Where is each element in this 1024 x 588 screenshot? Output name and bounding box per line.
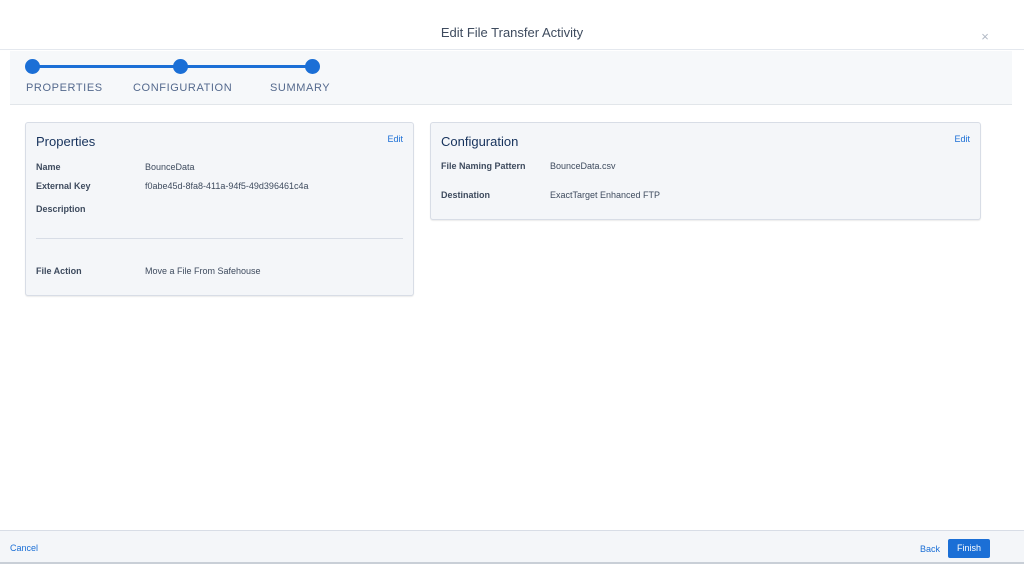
cancel-button[interactable]: Cancel	[10, 542, 38, 554]
card-divider	[36, 238, 403, 239]
destination-value: ExactTarget Enhanced FTP	[550, 190, 661, 200]
external-key-label: External Key	[36, 181, 91, 191]
properties-card: Properties Edit Name BounceData External…	[25, 122, 414, 296]
step-dot-summary[interactable]	[305, 59, 320, 74]
destination-label: Destination	[441, 190, 491, 200]
progress-stepper: PROPERTIES CONFIGURATION SUMMARY	[10, 51, 1012, 105]
step-connector-1	[32, 65, 182, 68]
file-action-label: File Action	[36, 266, 82, 276]
step-dot-configuration[interactable]	[173, 59, 188, 74]
finish-button[interactable]: Finish	[948, 539, 990, 558]
name-value: BounceData	[145, 162, 195, 172]
properties-edit-link[interactable]: Edit	[387, 133, 403, 145]
configuration-card: Configuration Edit File Naming Pattern B…	[430, 122, 981, 220]
file-naming-pattern-value: BounceData.csv	[550, 161, 616, 171]
modal-footer: Cancel Back Finish	[0, 530, 1024, 564]
step-connector-2	[182, 65, 312, 68]
close-icon[interactable]: ×	[978, 30, 992, 44]
back-button[interactable]: Back	[920, 543, 940, 555]
step-label-properties[interactable]: PROPERTIES	[26, 81, 103, 95]
modal-title: Edit File Transfer Activity	[440, 25, 584, 40]
configuration-edit-link[interactable]: Edit	[954, 133, 970, 145]
name-label: Name	[36, 162, 61, 172]
step-dot-properties[interactable]	[25, 59, 40, 74]
modal-header: Edit File Transfer Activity ×	[0, 0, 1024, 50]
file-naming-pattern-label: File Naming Pattern	[441, 161, 526, 171]
step-label-configuration[interactable]: CONFIGURATION	[133, 81, 232, 95]
properties-card-title: Properties	[36, 134, 96, 149]
configuration-card-title: Configuration	[441, 134, 519, 149]
external-key-value: f0abe45d-8fa8-411a-94f5-49d396461c4a	[145, 181, 309, 191]
step-label-summary[interactable]: SUMMARY	[270, 81, 330, 95]
description-label: Description	[36, 204, 86, 214]
file-action-value: Move a File From Safehouse	[145, 266, 261, 276]
